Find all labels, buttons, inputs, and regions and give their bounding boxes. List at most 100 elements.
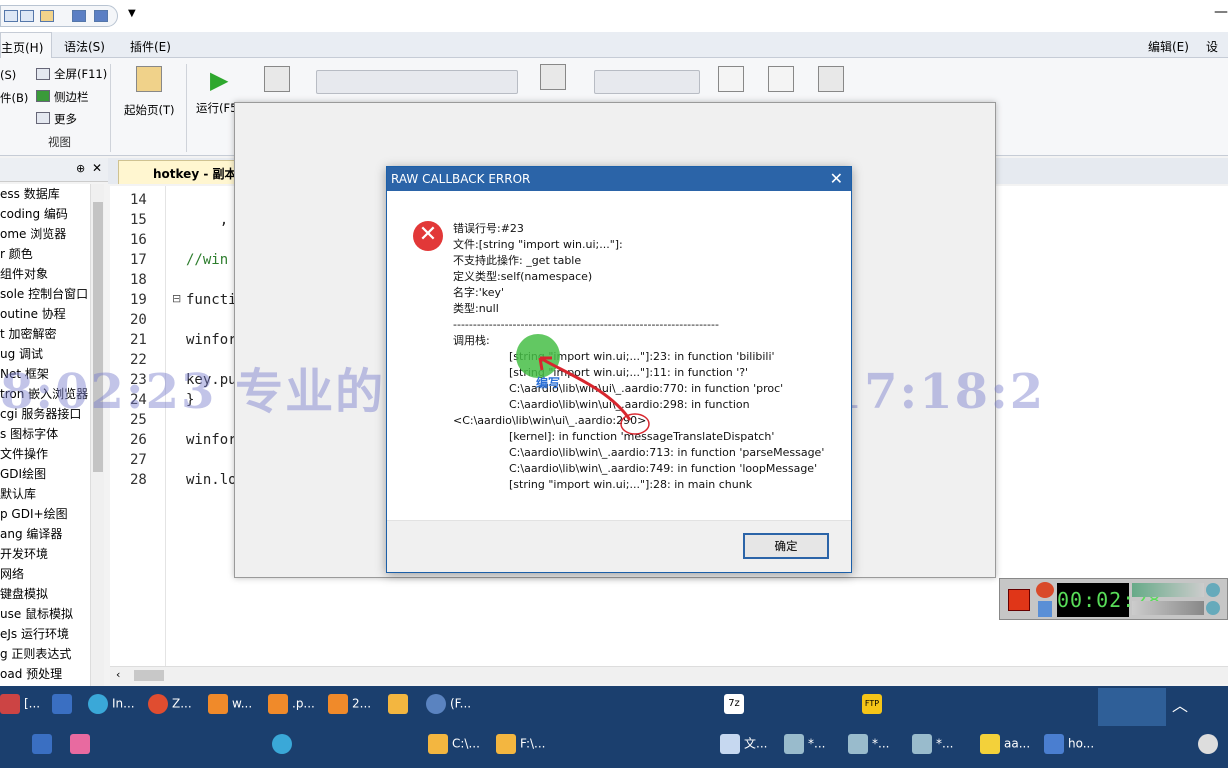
pin-icon[interactable]: ⊕	[76, 162, 85, 175]
list-item[interactable]: sole 控制台窗口	[0, 284, 104, 304]
run-button[interactable]: 运行(F5	[196, 100, 237, 116]
ok-button[interactable]: 确定	[743, 533, 829, 559]
sidebar-scrollbar[interactable]	[90, 184, 104, 686]
microphone-icon[interactable]	[1206, 601, 1220, 615]
list-item[interactable]: 开发环境	[0, 544, 104, 564]
taskbar-label: *...	[936, 736, 954, 751]
callstack-entry: C:\aardio\lib\win\_.aardio:713: in funct…	[509, 446, 825, 459]
app-icon	[426, 694, 446, 714]
line-number: 21	[130, 332, 147, 348]
taskbar-item[interactable]	[1198, 734, 1222, 758]
open-folder-icon[interactable]	[40, 10, 54, 22]
ribbon-item-s[interactable]: (S)	[0, 68, 16, 82]
tab-plugins[interactable]: 插件(E)	[130, 38, 171, 55]
taskbar-item[interactable]	[52, 694, 76, 718]
ribbon-item-b[interactable]: 件(B)	[0, 90, 28, 106]
taskbar-item[interactable]: .p...	[268, 694, 315, 718]
folder-icon	[428, 734, 448, 754]
stop-record-button[interactable]	[1008, 589, 1030, 611]
search-icon	[268, 694, 288, 714]
speaker-icon[interactable]	[1206, 583, 1220, 597]
taskbar-item[interactable]: (F...	[426, 694, 471, 718]
taskbar-item[interactable]	[388, 694, 412, 718]
taskbar-item[interactable]: 文...	[720, 734, 767, 758]
list-item[interactable]: 默认库	[0, 484, 104, 504]
taskbar-item[interactable]: ho...	[1044, 734, 1094, 758]
sidebar-close-icon[interactable]: ✕	[92, 161, 102, 175]
list-item[interactable]: 文件操作	[0, 444, 104, 464]
start-page-button[interactable]: 起始页(T)	[124, 102, 175, 118]
list-item[interactable]: outine 协程	[0, 304, 104, 324]
taskbar-item[interactable]: 7z	[724, 694, 748, 718]
taskbar-item[interactable]: w...	[208, 694, 252, 718]
format-tools-group[interactable]	[594, 70, 700, 94]
split-view-icon[interactable]	[768, 66, 794, 92]
editor-horizontal-scrollbar[interactable]: ‹	[110, 666, 1228, 684]
alarm-clock-icon[interactable]	[1036, 582, 1054, 598]
paste-icon[interactable]	[540, 64, 566, 90]
ie-icon	[272, 734, 292, 754]
taskbar-item[interactable]: C:\...	[428, 734, 480, 758]
error-type: 类型:null	[453, 302, 499, 315]
more-button[interactable]: 更多	[54, 111, 77, 127]
window-icon[interactable]	[718, 66, 744, 92]
list-item[interactable]: coding 编码	[0, 204, 104, 224]
taskbar-item[interactable]: [...	[0, 694, 40, 718]
tile-windows-icon[interactable]	[818, 66, 844, 92]
taskbar-item[interactable]: *...	[848, 734, 889, 758]
taskbar-item[interactable]	[32, 734, 56, 758]
list-item[interactable]: s 图标字体	[0, 424, 104, 444]
folder-icon	[388, 694, 408, 714]
edit-tools-group[interactable]	[316, 70, 518, 94]
list-item[interactable]: 组件对象	[0, 264, 104, 284]
list-item[interactable]: r 颜色	[0, 244, 104, 264]
layout-icon[interactable]	[264, 66, 290, 92]
list-item[interactable]: use 鼠标模拟	[0, 604, 104, 624]
scrollbar-thumb[interactable]	[134, 670, 164, 681]
list-item[interactable]: ess 数据库	[0, 184, 104, 204]
list-item[interactable]: GDI绘图	[0, 464, 104, 484]
group-view-label: 视图	[48, 135, 71, 149]
fold-marker-icon[interactable]: ⊟	[172, 292, 181, 305]
fullscreen-button[interactable]: 全屏(F11)	[54, 66, 107, 82]
customize-arrow-icon[interactable]: ▼	[128, 8, 136, 19]
taskbar-item[interactable]	[70, 734, 94, 758]
list-item[interactable]: t 加密解密	[0, 324, 104, 344]
taskbar-item[interactable]: *...	[784, 734, 825, 758]
minimize-icon[interactable]: —	[1214, 4, 1228, 20]
tray-chevron-icon[interactable]: ︿	[1172, 692, 1188, 716]
taskbar-item[interactable]	[272, 734, 296, 758]
list-item[interactable]: 网络	[0, 564, 104, 584]
taskbar-item[interactable]: Z...	[148, 694, 192, 718]
list-item[interactable]: oad 预处理	[0, 664, 104, 684]
list-item[interactable]: eJs 运行环境	[0, 624, 104, 644]
tab-syntax[interactable]: 语法(S)	[64, 38, 105, 55]
taskbar-item[interactable]: F:\...	[496, 734, 546, 758]
taskbar-item[interactable]: *...	[912, 734, 953, 758]
menu-icon[interactable]	[4, 10, 18, 22]
taskbar-item[interactable]: In...	[88, 694, 135, 718]
save-all-icon[interactable]	[94, 10, 108, 22]
ie-icon	[88, 694, 108, 714]
scrollbar-thumb[interactable]	[93, 202, 103, 472]
list-item[interactable]: 键盘模拟	[0, 584, 104, 604]
taskbar-item[interactable]: aa...	[980, 734, 1030, 758]
taskbar-item[interactable]: 2...	[328, 694, 371, 718]
list-item[interactable]: g 正则表达式	[0, 644, 104, 664]
list-item[interactable]: ome 浏览器	[0, 224, 104, 244]
active-taskbar-item[interactable]	[1098, 688, 1166, 726]
taskbar-label: 2...	[352, 696, 372, 711]
window-icon[interactable]	[20, 10, 34, 22]
close-icon[interactable]: ✕	[830, 169, 843, 188]
list-item[interactable]: p GDI+绘图	[0, 504, 104, 524]
scroll-left-icon[interactable]: ‹	[116, 668, 120, 681]
screen-recorder-widget: 00:02:28	[999, 578, 1228, 620]
pause-icon[interactable]	[1038, 601, 1052, 617]
tab-home[interactable]: 主页(H)	[0, 32, 53, 59]
record-timer: 00:02:28	[1057, 583, 1160, 617]
list-item[interactable]: ang 编译器	[0, 524, 104, 544]
save-icon[interactable]	[72, 10, 86, 22]
taskbar-item[interactable]: FTP	[862, 694, 886, 718]
menu-edit[interactable]: 编辑(E)	[1148, 38, 1189, 55]
sidebar-toggle-button[interactable]: 侧边栏	[54, 89, 89, 105]
